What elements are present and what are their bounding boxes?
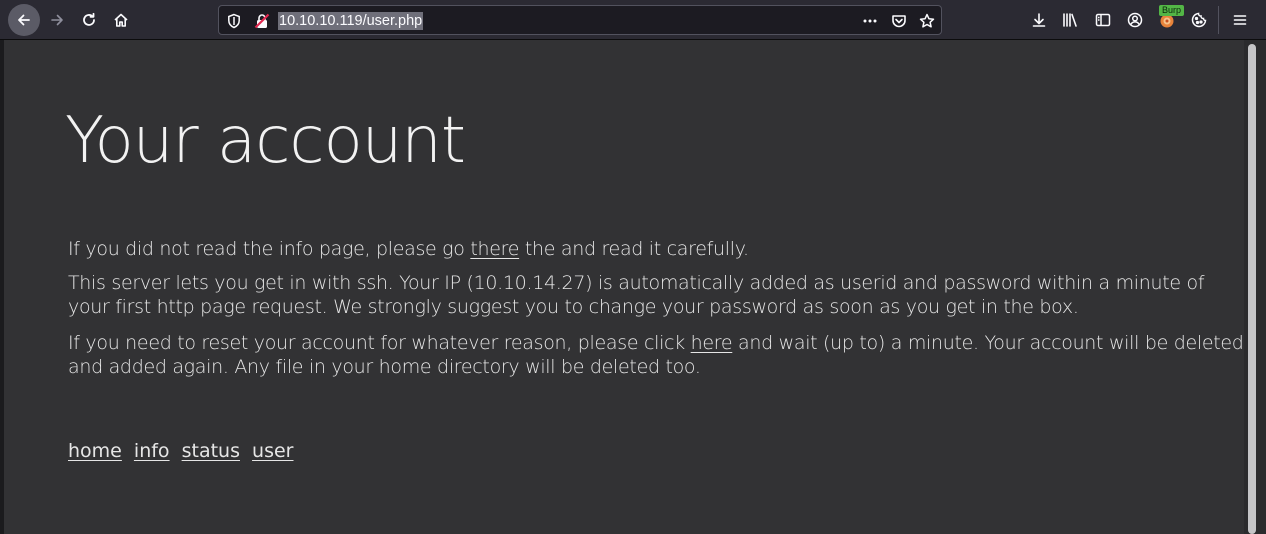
- account-icon[interactable]: [1127, 12, 1143, 28]
- home-button[interactable]: [105, 4, 137, 36]
- menu-icon[interactable]: [1232, 12, 1248, 28]
- url-text[interactable]: 10.10.10.119/user.php: [278, 12, 424, 30]
- home-icon: [114, 13, 128, 27]
- toolbar-separator: [1218, 6, 1219, 34]
- download-icon[interactable]: [1031, 12, 1047, 28]
- reset-text-before: If you need to reset your account for wh…: [68, 332, 691, 354]
- nav-link-user[interactable]: user: [252, 440, 293, 462]
- info-text-after: the and read it carefully.: [519, 238, 749, 260]
- reset-here-link[interactable]: here: [691, 332, 733, 354]
- forward-button[interactable]: [41, 4, 73, 36]
- burp-badge: Burp: [1159, 5, 1185, 16]
- nav-link-home[interactable]: home: [68, 440, 122, 462]
- back-button[interactable]: [8, 4, 40, 36]
- library-icon[interactable]: [1062, 12, 1078, 28]
- more-icon[interactable]: [862, 13, 878, 29]
- browser-toolbar: 10.10.10.119/user.php Burp: [0, 0, 1266, 40]
- insecure-lock-icon[interactable]: [254, 13, 270, 29]
- cookie-icon[interactable]: [1191, 12, 1207, 28]
- reload-button[interactable]: [73, 4, 105, 36]
- info-text-before: If you did not read the info page, pleas…: [68, 238, 471, 260]
- nav-link-info[interactable]: info: [134, 440, 170, 462]
- page-left-edge: [0, 40, 4, 534]
- star-icon[interactable]: [919, 13, 935, 29]
- back-arrow-icon: [18, 14, 30, 26]
- reload-icon: [83, 12, 95, 26]
- footer-nav: home info status user: [68, 439, 300, 463]
- scrollbar-thumb[interactable]: [1248, 44, 1256, 534]
- shield-icon[interactable]: [226, 13, 242, 29]
- forward-arrow-icon: [51, 14, 63, 26]
- there-link[interactable]: there: [470, 238, 519, 260]
- ssh-paragraph: This server lets you get in with ssh. Yo…: [68, 272, 1205, 318]
- page-title: Your account: [65, 104, 466, 178]
- url-bar[interactable]: 10.10.10.119/user.php: [218, 5, 942, 35]
- reset-paragraph: If you need to reset your account for wh…: [68, 331, 1244, 379]
- info-paragraph: If you did not read the info page, pleas…: [68, 237, 1244, 261]
- nav-link-status[interactable]: status: [182, 440, 240, 462]
- pocket-icon[interactable]: [891, 13, 907, 29]
- sidebar-icon[interactable]: [1095, 12, 1111, 28]
